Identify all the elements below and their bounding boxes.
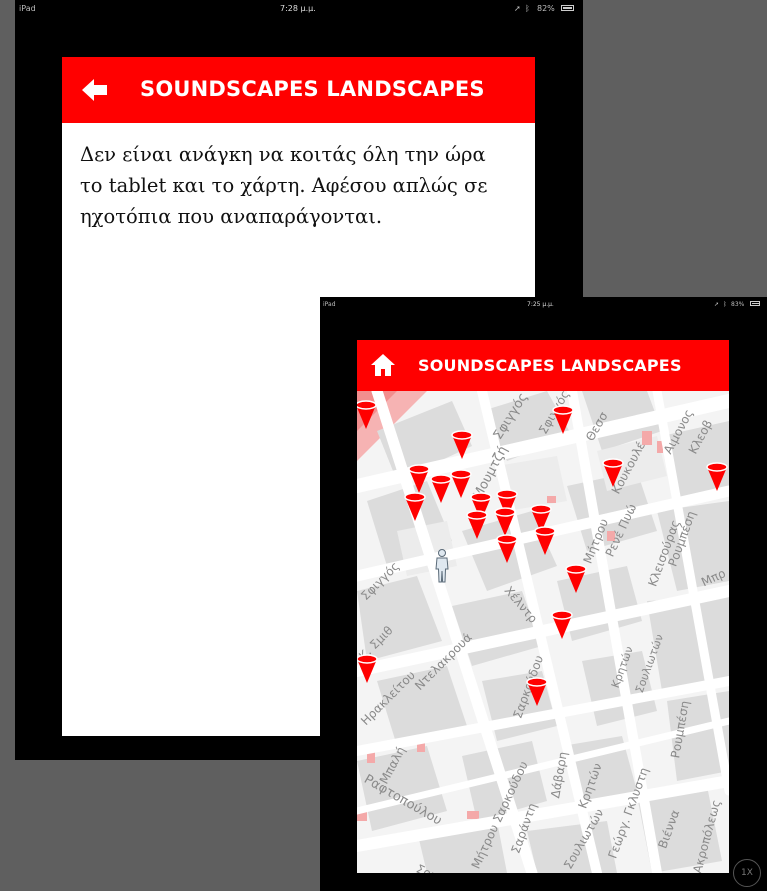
bluetooth-icon: ᛒ: [525, 4, 530, 13]
user-location-icon: [435, 549, 449, 583]
clock: 7:28 μ.μ.: [280, 4, 316, 13]
city-map[interactable]: Σφιγγός Μουμτζή Σφιγγός Θεσσ Κουκουλέ Αι…: [357, 391, 729, 873]
app-title: SOUNDSCAPES LANDSCAPES: [418, 356, 682, 375]
app-header: SOUNDSCAPES LANDSCAPES: [357, 340, 729, 391]
status-bar: iPad 7:28 μ.μ. ➚ ᛒ 82%: [15, 0, 583, 20]
sound-pin[interactable]: [525, 676, 549, 708]
battery-percent: 83%: [731, 301, 745, 308]
zoom-badge[interactable]: 1X: [733, 859, 761, 887]
back-button[interactable]: [80, 76, 110, 104]
arrow-left-icon: [82, 79, 107, 101]
bluetooth-icon: ᛒ: [723, 301, 727, 308]
battery-icon: [750, 301, 760, 306]
sound-pin[interactable]: [357, 653, 379, 685]
location-icon: ➚: [714, 301, 720, 308]
home-button[interactable]: [370, 353, 396, 377]
sound-pin[interactable]: [357, 399, 378, 431]
sound-pin[interactable]: [550, 609, 574, 641]
sound-pin[interactable]: [403, 491, 427, 523]
device-label: iPad: [323, 301, 336, 308]
sound-pin[interactable]: [601, 457, 625, 489]
app-title: SOUNDSCAPES LANDSCAPES: [140, 77, 485, 101]
sound-pin[interactable]: [564, 563, 588, 595]
front-device-screen: iPad 7:25 μ.μ. ➚ ᛒ 83% SOUNDSCAPES LANDS…: [320, 297, 767, 891]
device-label: iPad: [19, 4, 36, 13]
instruction-text: Δεν είναι ανάγκη να κοιτάς όλη την ώρα τ…: [80, 143, 488, 228]
battery-icon: [561, 5, 574, 11]
sound-pin[interactable]: [551, 404, 575, 436]
status-bar: iPad 7:25 μ.μ. ➚ ᛒ 83%: [320, 297, 767, 317]
sound-pin[interactable]: [533, 525, 557, 557]
battery-percent: 82%: [537, 4, 555, 13]
sound-pin[interactable]: [495, 533, 519, 565]
app-header: SOUNDSCAPES LANDSCAPES: [62, 57, 535, 123]
sound-pin[interactable]: [450, 429, 474, 461]
sound-pin[interactable]: [465, 509, 489, 541]
location-icon: ➚: [514, 4, 521, 13]
clock: 7:25 μ.μ.: [527, 301, 554, 308]
sound-pin[interactable]: [705, 461, 729, 493]
home-icon: [371, 354, 395, 376]
